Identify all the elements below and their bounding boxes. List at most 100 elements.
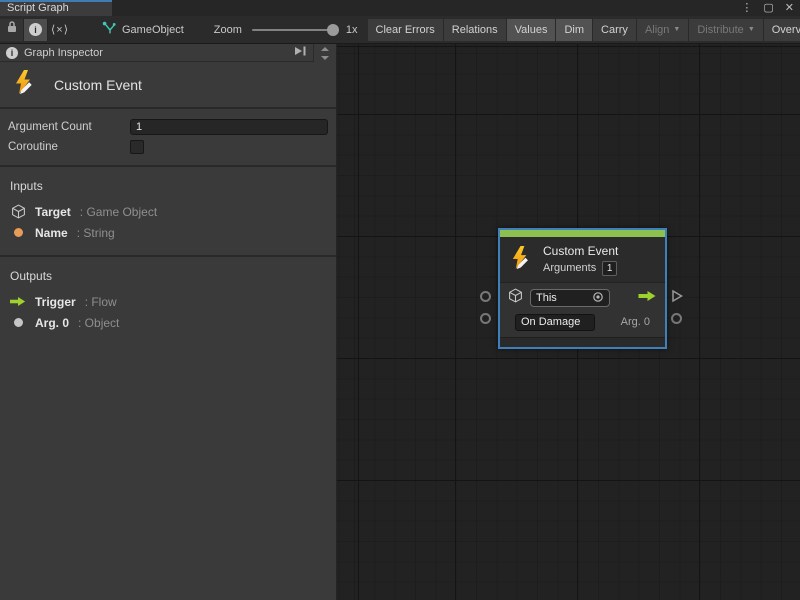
port-name: Name	[35, 226, 68, 240]
close-icon[interactable]: ✕	[785, 0, 794, 16]
scroll-up-button[interactable]	[314, 44, 336, 53]
input-port-circle[interactable]	[480, 291, 491, 302]
relations-button[interactable]: Relations	[444, 19, 507, 41]
toolbar-buttons: Clear Errors Relations Values Dim Carry …	[368, 19, 800, 41]
node-title: Custom Event	[543, 244, 618, 258]
node-arg-label: Arg. 0	[621, 316, 650, 328]
node-header: Custom Event Arguments 1	[500, 237, 665, 283]
code-view-button[interactable]: ⟨×⟩	[48, 19, 72, 41]
button-label: Dim	[564, 24, 584, 36]
dock-panel-icon[interactable]	[293, 44, 307, 62]
argument-count-row: Argument Count	[8, 117, 328, 137]
node-body: This	[500, 283, 665, 337]
values-toggle-button[interactable]: Values	[507, 19, 557, 41]
graph-toolbar: i ⟨×⟩ GameObject Zoom 1x Clear Errors Re…	[0, 16, 800, 44]
chevron-up-icon	[321, 47, 329, 51]
port-name: Arg. 0	[35, 316, 69, 330]
coroutine-row: Coroutine	[8, 137, 328, 157]
unit-settings: Argument Count Coroutine	[0, 109, 336, 167]
info-icon: i	[29, 23, 42, 36]
inputs-section: Inputs Target : Game Object Name : Strin…	[0, 167, 336, 257]
flow-arrow-icon	[10, 296, 26, 307]
distribute-dropdown-button[interactable]: Distribute ▼	[689, 19, 763, 41]
titlebar: Script Graph ⋮ ▢ ✕	[0, 0, 800, 16]
zoom-value: 1x	[346, 24, 358, 36]
info-icon: i	[6, 47, 18, 59]
node-target-value: This	[536, 292, 592, 304]
port-name: Trigger	[35, 295, 76, 309]
zoom-control: Zoom 1x	[214, 24, 364, 36]
flow-port-triangle[interactable]	[671, 289, 683, 308]
chevron-down-icon	[321, 56, 329, 60]
node-name-field[interactable]: On Damage	[515, 314, 595, 331]
tab-label: Script Graph	[7, 2, 69, 14]
scroll-down-button[interactable]	[314, 53, 336, 62]
maximize-icon[interactable]: ▢	[763, 0, 773, 16]
button-label: Overv	[772, 24, 800, 36]
carry-button[interactable]: Carry	[593, 19, 637, 41]
chevron-down-icon: ▼	[748, 26, 755, 33]
unit-title: Custom Event	[54, 77, 142, 93]
coroutine-label: Coroutine	[8, 141, 130, 153]
argument-count-input[interactable]	[130, 119, 328, 135]
zoom-label: Zoom	[214, 24, 242, 36]
port-type: : Game Object	[80, 205, 157, 219]
button-label: Values	[515, 24, 548, 36]
graph-inspector-title: Graph Inspector	[24, 47, 287, 59]
coroutine-checkbox[interactable]	[130, 140, 144, 154]
button-label: Relations	[452, 24, 498, 36]
button-label: Align	[645, 24, 669, 36]
port-name: Target	[35, 205, 71, 219]
input-port-circle[interactable]	[480, 313, 491, 324]
graph-inspector-header: i Graph Inspector	[0, 44, 314, 62]
node-row-name: On Damage Arg. 0	[508, 310, 657, 334]
zoom-slider[interactable]	[252, 29, 337, 31]
inspector-toggle-button[interactable]: i	[24, 19, 48, 41]
port-type: : Flow	[85, 295, 117, 309]
dim-toggle-button[interactable]: Dim	[556, 19, 593, 41]
custom-event-icon	[509, 245, 534, 275]
node-footer	[500, 337, 665, 347]
flow-arrow-icon[interactable]	[638, 289, 657, 307]
input-port-target: Target : Game Object	[8, 201, 328, 222]
unit-header: Custom Event	[0, 62, 336, 109]
gameobject-breadcrumb[interactable]: GameObject	[102, 21, 184, 38]
gray-dot-icon	[10, 318, 26, 327]
button-label: Distribute	[697, 24, 743, 36]
custom-event-node[interactable]: Custom Event Arguments 1 This	[498, 228, 667, 349]
tab-script-graph[interactable]: Script Graph	[0, 0, 112, 16]
button-label: Clear Errors	[376, 24, 435, 36]
lock-icon	[6, 20, 18, 39]
gameobject-label: GameObject	[122, 24, 184, 36]
overview-button[interactable]: Overv	[764, 19, 800, 41]
gameobject-icon	[102, 21, 116, 38]
node-target-dropdown[interactable]: This	[530, 289, 610, 307]
node-row-target: This	[508, 286, 657, 310]
output-port-trigger: Trigger : Flow	[8, 291, 328, 312]
chevron-down-icon: ▼	[673, 26, 680, 33]
clear-errors-button[interactable]: Clear Errors	[368, 19, 444, 41]
window-menu-icon[interactable]: ⋮	[741, 0, 752, 16]
input-port-name: Name : String	[8, 222, 328, 243]
custom-event-icon	[12, 69, 38, 100]
align-dropdown-button[interactable]: Align ▼	[637, 19, 689, 41]
outputs-section: Outputs Trigger : Flow Arg. 0 : Object	[0, 257, 336, 345]
outputs-section-title: Outputs	[8, 267, 328, 291]
code-icon: ⟨×⟩	[51, 23, 69, 36]
graph-canvas[interactable]: Custom Event Arguments 1 This	[337, 44, 800, 600]
inputs-section-title: Inputs	[8, 177, 328, 201]
port-type: : String	[77, 226, 115, 240]
node-arguments-count[interactable]: 1	[602, 261, 617, 276]
window-controls: ⋮ ▢ ✕	[741, 0, 794, 16]
lock-button[interactable]	[0, 19, 24, 41]
graph-inspector-panel: i Graph Inspector Custom Event Argument …	[0, 44, 337, 600]
cube-icon	[10, 204, 26, 219]
button-label: Carry	[601, 24, 628, 36]
zoom-slider-handle[interactable]	[327, 24, 339, 36]
argument-count-label: Argument Count	[8, 121, 130, 133]
node-color-bar	[500, 230, 665, 237]
panel-scroll-spinner	[314, 44, 336, 62]
orange-dot-icon	[10, 228, 26, 237]
object-picker-icon[interactable]	[592, 291, 604, 306]
output-port-circle[interactable]	[671, 313, 682, 324]
